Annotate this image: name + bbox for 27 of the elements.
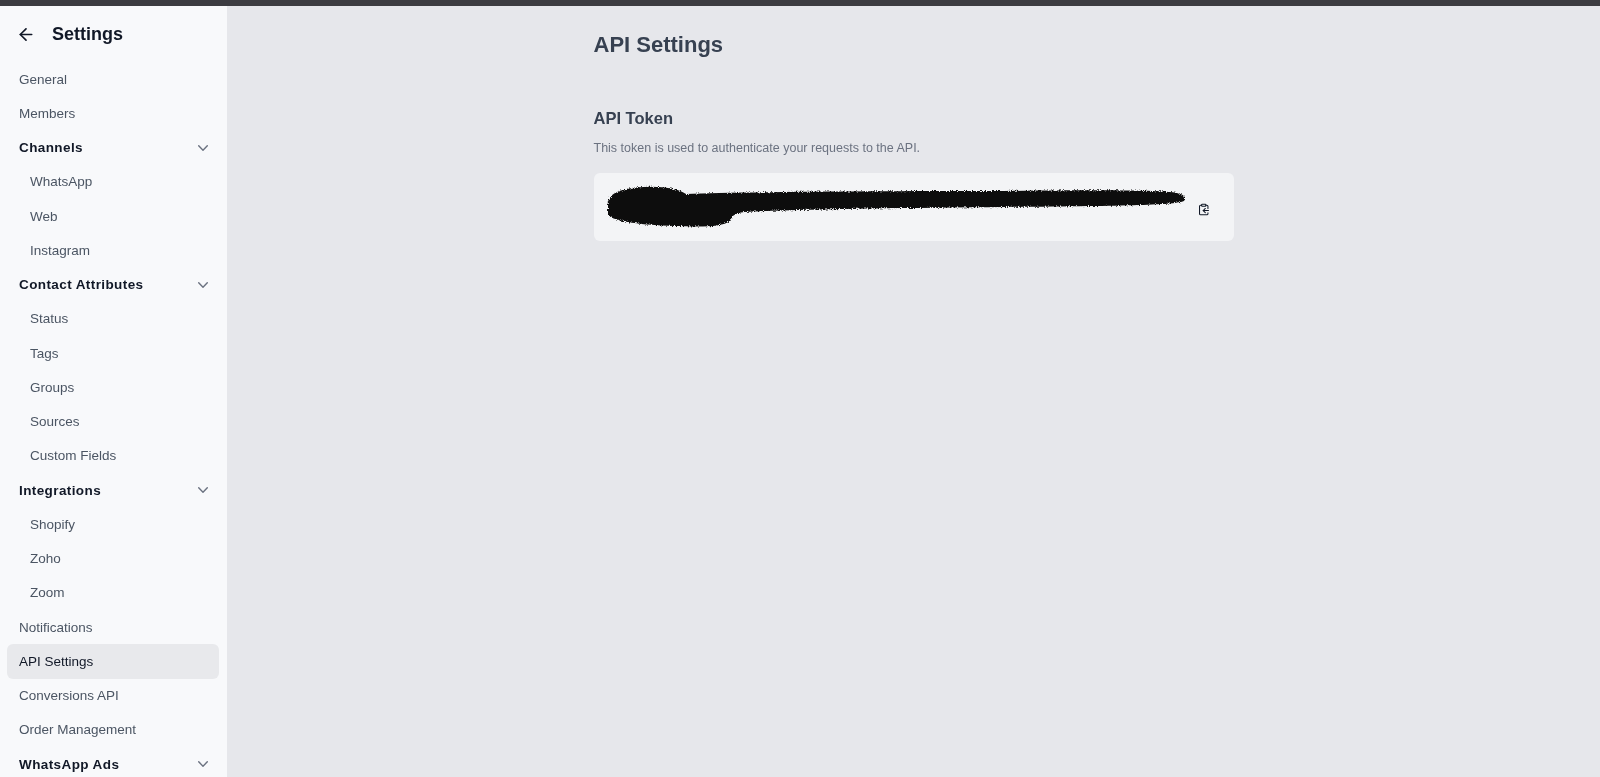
- arrow-left-icon: [19, 27, 33, 41]
- nav-link[interactable]: WhatsApp: [7, 164, 219, 199]
- page-title: API Settings: [593, 31, 725, 59]
- nav-link[interactable]: Order Management: [7, 712, 219, 747]
- nav-link[interactable]: Members: [7, 96, 219, 131]
- nav-link[interactable]: Groups: [7, 370, 219, 405]
- nav-link[interactable]: API Settings: [7, 644, 219, 679]
- nav-group-header[interactable]: Contact Attributes: [7, 267, 219, 302]
- nav-link[interactable]: Conversions API: [7, 678, 219, 713]
- nav-link[interactable]: Zoom: [7, 575, 219, 610]
- nav-link[interactable]: Zoho: [7, 541, 219, 576]
- nav-link[interactable]: Shopify: [7, 507, 219, 542]
- nav-link[interactable]: Sources: [7, 404, 219, 439]
- nav-link[interactable]: Web: [7, 199, 219, 234]
- section-description: This token is used to authenticate your requests to the API.: [593, 140, 922, 157]
- nav-group-header[interactable]: Channels: [7, 130, 219, 165]
- section-title: API Token: [593, 108, 674, 129]
- nav-link[interactable]: General: [7, 62, 219, 97]
- nav-link[interactable]: Status: [7, 301, 219, 336]
- nav-link[interactable]: Instagram: [7, 233, 219, 268]
- sidebar-title: Settings: [52, 23, 123, 45]
- nav-link[interactable]: Tags: [7, 336, 219, 371]
- back-button[interactable]: [19, 27, 33, 41]
- nav-group-header[interactable]: Integrations: [7, 473, 219, 508]
- nav-link[interactable]: Custom Fields: [7, 438, 219, 473]
- nav-link[interactable]: Notifications: [7, 610, 219, 645]
- nav-group-header[interactable]: WhatsApp Ads: [7, 747, 219, 777]
